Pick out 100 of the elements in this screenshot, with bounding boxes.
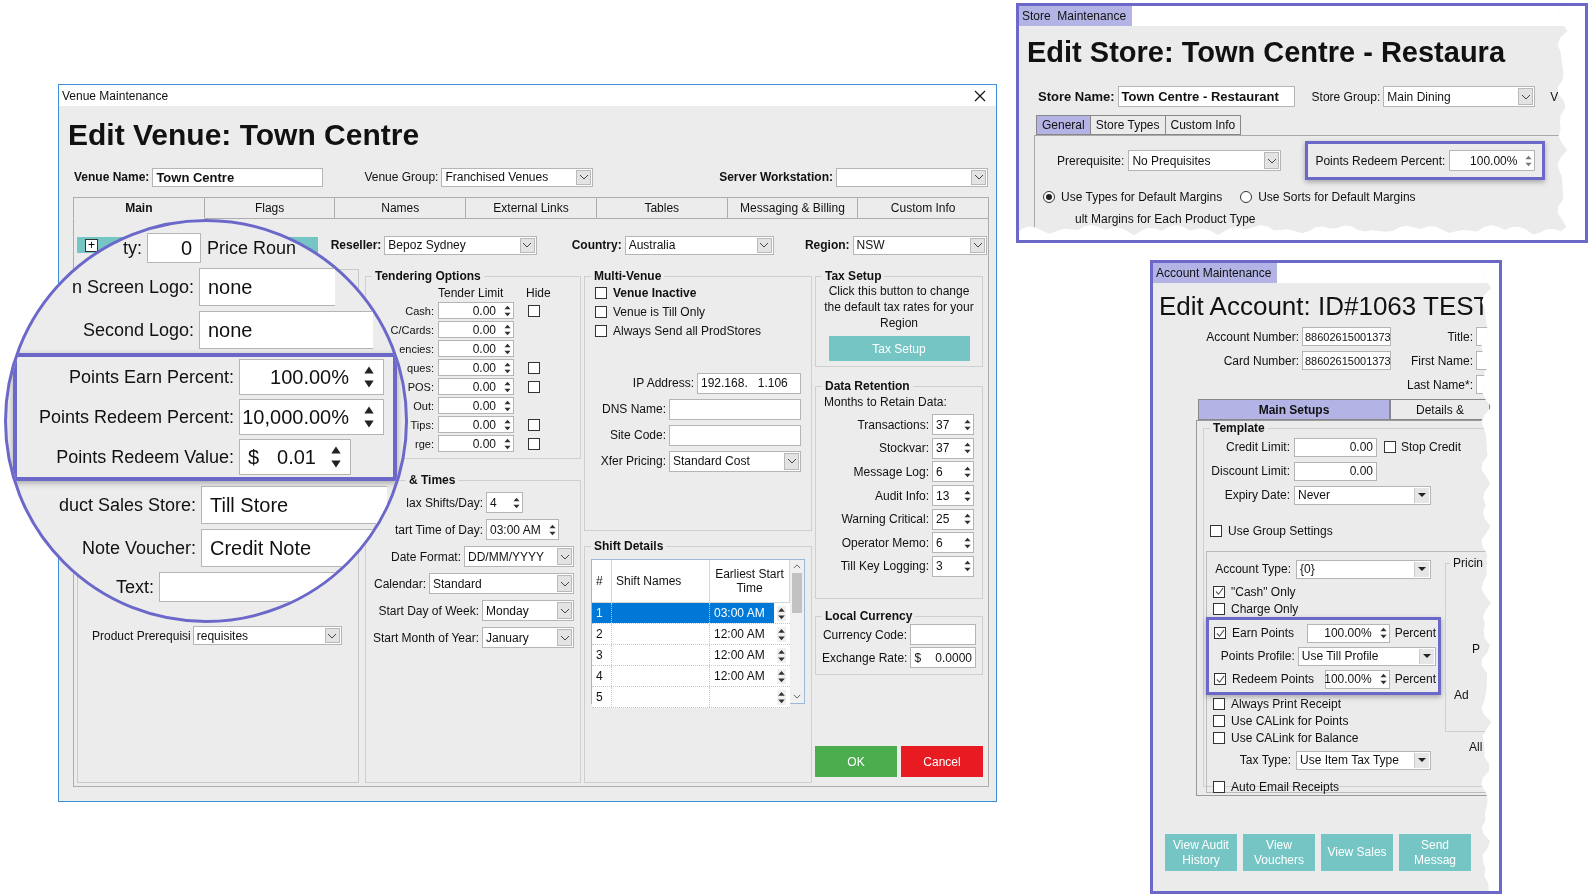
spin-field[interactable]: 100.00% [1324, 669, 1390, 689]
dropdown[interactable]: Australia [624, 235, 774, 255]
tab[interactable]: Flags [204, 197, 336, 219]
spin-field[interactable]: 100.00% [239, 359, 384, 395]
tab[interactable]: Main [73, 197, 205, 219]
tab[interactable]: External Links [466, 197, 597, 219]
checkbox[interactable] [528, 418, 540, 431]
spin-arrows-icon[interactable] [963, 465, 972, 479]
spin-field[interactable]: 0.00 [438, 359, 514, 376]
spin-arrows-icon[interactable] [963, 535, 972, 550]
spin-field[interactable]: 03:00 AM [486, 519, 559, 540]
tab[interactable]: Names [335, 197, 467, 219]
checkbox[interactable] [595, 286, 607, 299]
checkbox[interactable] [1213, 714, 1225, 727]
spin-field[interactable]: $ 0.01 [239, 439, 351, 475]
scrollbar[interactable] [790, 560, 804, 703]
radio-button[interactable] [1240, 191, 1253, 203]
checkbox[interactable] [528, 437, 540, 450]
checkbox[interactable] [1384, 441, 1396, 453]
text-field[interactable] [669, 424, 801, 446]
spin-arrows-icon[interactable] [963, 488, 972, 503]
spin-arrows-icon[interactable] [503, 436, 512, 451]
spin-field[interactable]: 6 [932, 461, 974, 483]
table-row[interactable]: 3 12:00 AM [592, 645, 790, 666]
spin-field[interactable]: 0.00 [438, 378, 514, 395]
dropdown[interactable]: Use Till Profile [1297, 646, 1436, 666]
spin-field[interactable]: 13 [932, 485, 974, 507]
spin-arrows-icon[interactable] [963, 512, 972, 527]
spin-field[interactable]: 37 [932, 437, 974, 459]
checkbox[interactable] [1214, 673, 1226, 685]
spin-field[interactable]: 0.00 [438, 302, 514, 319]
text-field[interactable]: Credit Note [201, 529, 375, 567]
checkbox[interactable] [528, 380, 540, 393]
text-field[interactable]: 192.168. 1.106 [697, 372, 801, 394]
spin-arrows-icon[interactable] [503, 398, 512, 413]
dropdown[interactable]: No Prequisites [1128, 150, 1282, 171]
text-field[interactable]: 0.00 [1294, 461, 1377, 481]
dropdown[interactable]: Franchised Venues [441, 167, 594, 187]
spin-field[interactable]: 37 [932, 414, 974, 436]
spin-arrows-icon[interactable] [963, 559, 972, 574]
dropdown[interactable]: Bepoz Sydney [384, 235, 537, 255]
dropdown[interactable]: {0} [1296, 559, 1431, 579]
dropdown[interactable]: Main Dining [1383, 86, 1536, 107]
spin-field[interactable]: 100.00% [1306, 623, 1390, 643]
checkbox[interactable] [595, 305, 607, 318]
spin-arrows-icon[interactable] [1378, 626, 1388, 640]
checkbox[interactable] [1213, 697, 1225, 710]
spin-arrows-icon[interactable] [503, 417, 512, 432]
text-field[interactable]: none [199, 311, 373, 349]
text-field[interactable]: 0.00 [1294, 437, 1377, 457]
text-field[interactable] [910, 624, 976, 645]
dropdown[interactable]: January [482, 627, 574, 648]
spin-field[interactable]: 4 [486, 492, 523, 513]
chevron-up-icon[interactable] [793, 564, 801, 569]
spin-arrows-icon[interactable] [1378, 672, 1388, 686]
spin-arrows-icon[interactable] [548, 522, 557, 537]
tab[interactable]: Custom Info [1165, 115, 1242, 135]
checkbox[interactable] [1213, 780, 1225, 793]
spin-field[interactable]: 25 [932, 508, 974, 530]
spin-arrows-icon[interactable] [512, 495, 521, 510]
checkbox[interactable] [1214, 627, 1226, 639]
close-icon[interactable] [974, 89, 986, 102]
table-row[interactable]: 1 03:00 AM [592, 603, 790, 624]
dropdown[interactable]: DD/MM/YYYY [464, 546, 574, 567]
tab[interactable]: Details & [1390, 399, 1490, 420]
checkbox[interactable] [1213, 731, 1225, 744]
tab[interactable]: Tables [596, 197, 728, 219]
text-field[interactable] [669, 398, 801, 420]
tab[interactable]: Store Types [1090, 115, 1166, 135]
tab[interactable]: Custom Info [858, 197, 990, 219]
spin-field[interactable]: 3 [932, 555, 974, 577]
dropdown[interactable]: Standard [429, 573, 574, 594]
spin-arrows-icon[interactable] [503, 341, 512, 356]
table-row[interactable]: 2 12:00 AM [592, 624, 790, 645]
text-field[interactable]: Town Centre [152, 167, 324, 187]
spin-field[interactable]: 0.00 [438, 340, 514, 357]
dropdown[interactable]: requisites [192, 626, 342, 645]
checkbox[interactable] [528, 361, 540, 374]
table-row[interactable]: 5 [592, 687, 790, 708]
spin-field[interactable]: 0.00 [438, 397, 514, 414]
spin-arrows-icon[interactable] [503, 379, 512, 394]
checkbox[interactable] [1210, 525, 1222, 537]
spin-arrows-icon[interactable] [777, 626, 786, 642]
scrollbar-thumb[interactable] [792, 573, 802, 613]
spin-arrows-icon[interactable] [777, 668, 786, 684]
spin-arrows-icon[interactable] [777, 689, 786, 705]
checkbox[interactable] [1213, 585, 1225, 598]
checkbox[interactable] [528, 304, 540, 317]
table-row[interactable]: 4 12:00 AM [592, 666, 790, 687]
text-field[interactable]: Till Store [201, 486, 387, 524]
tab[interactable]: General [1036, 115, 1091, 135]
expand-button[interactable]: + [85, 238, 98, 252]
text-field[interactable]: 88602615001373 [1302, 351, 1391, 370]
spin-arrows-icon[interactable] [503, 360, 512, 375]
spin-field[interactable]: 0.00 [438, 321, 514, 338]
dropdown[interactable]: NSW [852, 235, 987, 255]
text-field[interactable]: 0 [147, 233, 201, 263]
radio-button[interactable] [1043, 191, 1055, 203]
dropdown[interactable]: Use Item Tax Type [1296, 750, 1431, 770]
text-field[interactable]: 88602615001373 [1302, 327, 1391, 346]
